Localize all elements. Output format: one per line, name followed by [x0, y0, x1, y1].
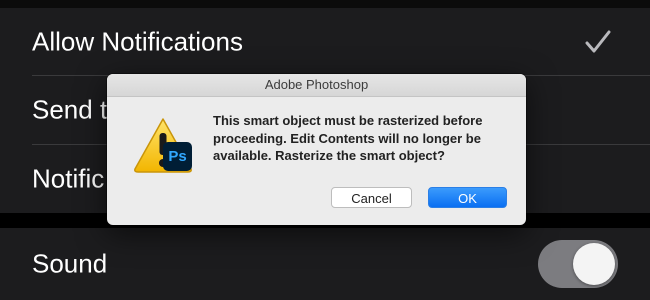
ok-button[interactable]: OK: [428, 187, 507, 208]
cancel-button[interactable]: Cancel: [331, 187, 412, 208]
photoshop-alert-dialog: Adobe Photoshop Ps This smart object mus…: [107, 74, 526, 225]
dialog-message: This smart object must be rasterized bef…: [213, 113, 483, 163]
settings-group-sound: Sound: [0, 228, 650, 300]
sound-toggle[interactable]: [538, 240, 618, 288]
allow-notifications-label: Allow Notifications: [32, 26, 243, 57]
settings-row-allow-notifications[interactable]: Allow Notifications: [0, 8, 650, 76]
top-strip: [0, 0, 650, 8]
sound-label: Sound: [32, 248, 108, 279]
notification-label: Notific: [32, 163, 105, 194]
checkmark-icon: [585, 30, 611, 53]
settings-row-sound: Sound: [0, 230, 650, 298]
toggle-knob: [573, 243, 615, 285]
dialog-title: Adobe Photoshop: [107, 74, 526, 97]
send-label: Send t: [32, 94, 108, 125]
photoshop-app-icon: Ps: [163, 142, 192, 171]
